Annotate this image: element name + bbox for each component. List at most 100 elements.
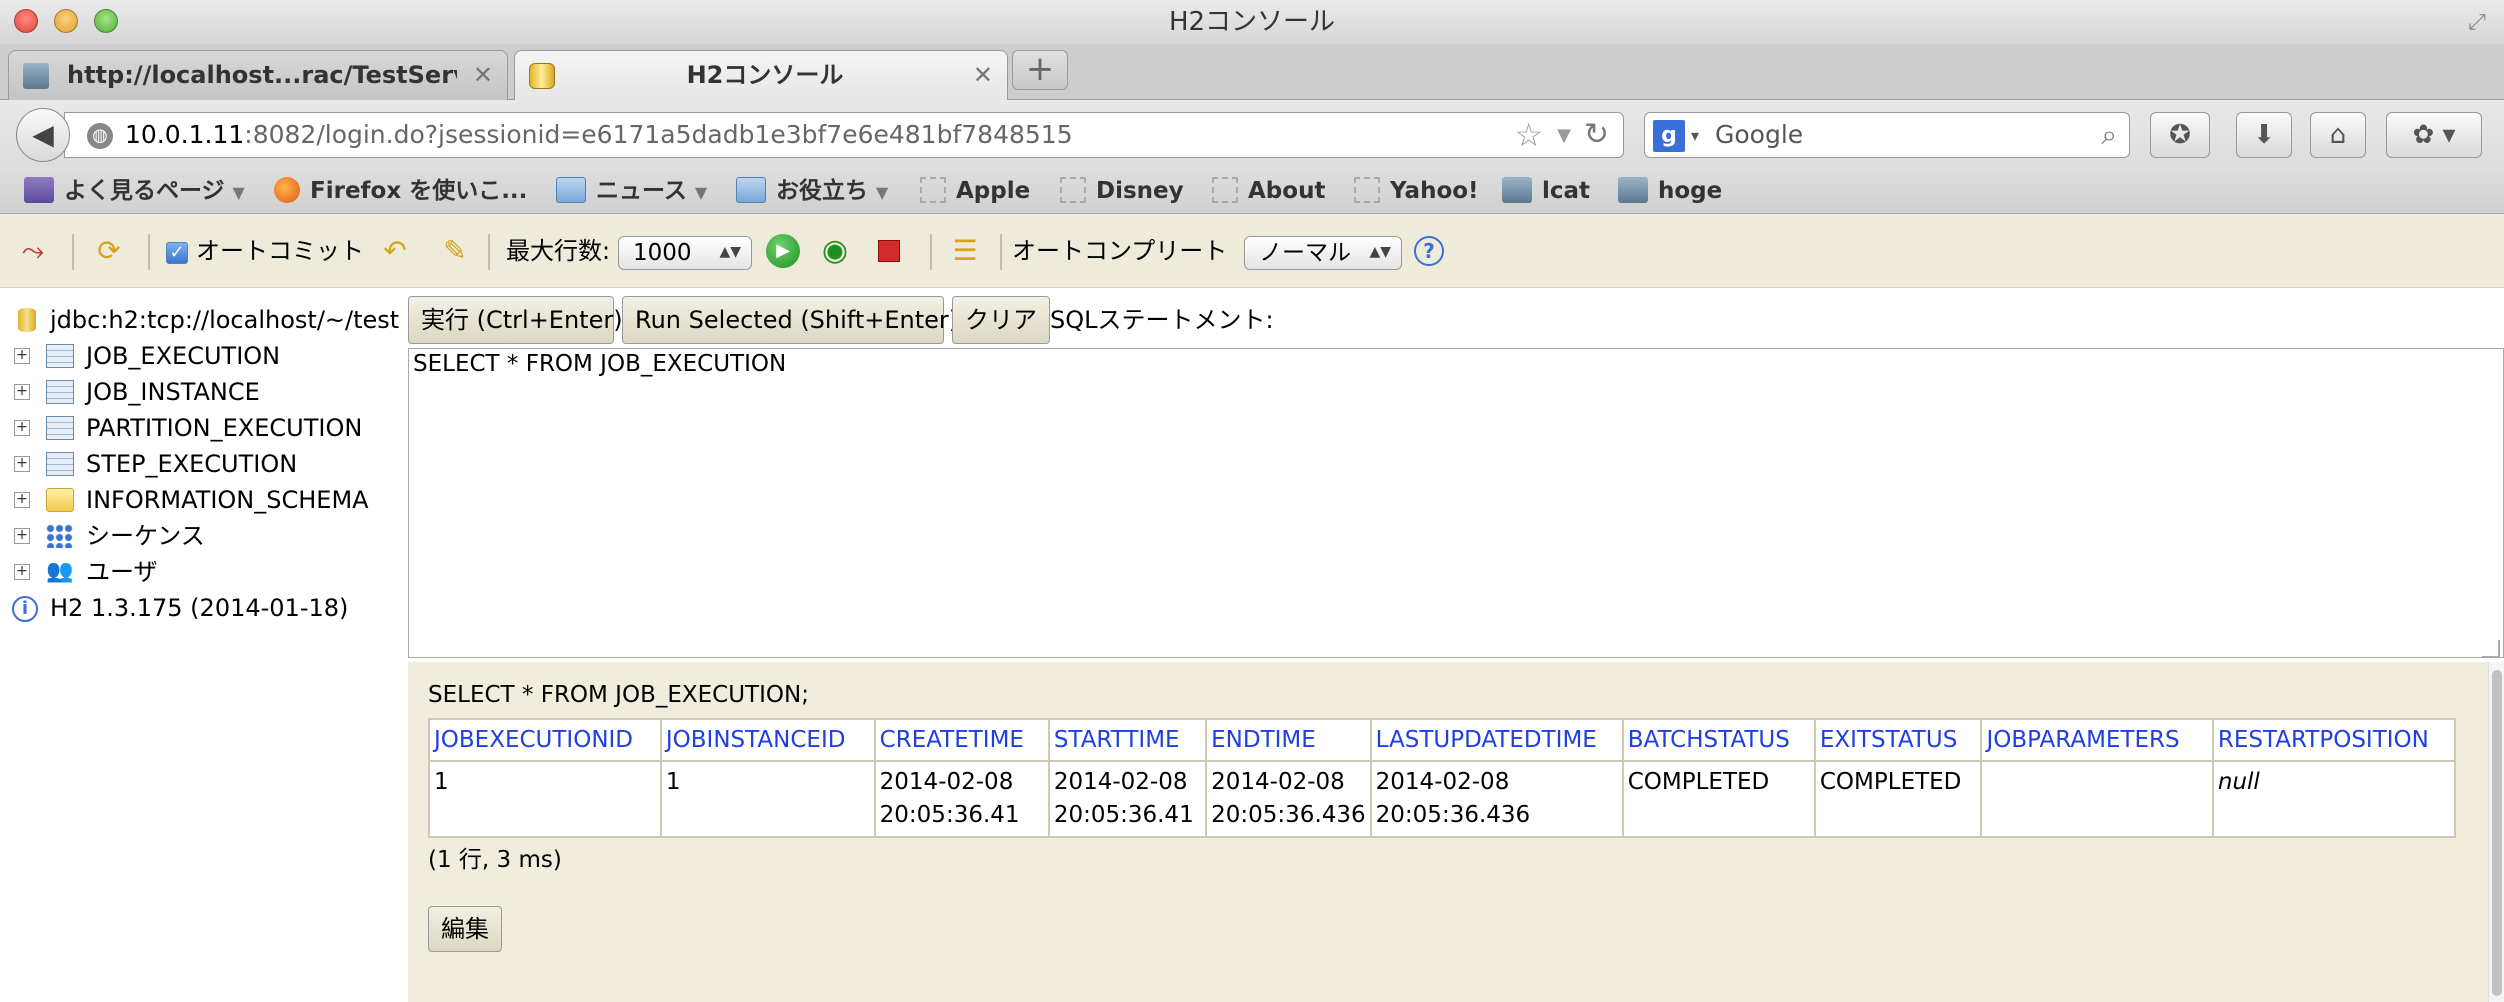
bookmark-label: About: [1248, 178, 1326, 204]
column-header[interactable]: JOBEXECUTIONID: [428, 718, 662, 762]
cell-time: 20:05:36.41: [1053, 802, 1194, 828]
search-engine-dropdown-icon[interactable]: ▾: [1691, 119, 1699, 153]
search-input[interactable]: Google: [1715, 113, 1803, 157]
expand-icon[interactable]: +: [14, 528, 30, 544]
bookmark-disney[interactable]: Disney: [1060, 168, 1184, 214]
schema-tree: jdbc:h2:tcp://localhost/~/test + JOB_EXE…: [0, 288, 408, 1002]
column-header[interactable]: JOBPARAMETERS: [1980, 718, 2214, 762]
bookmark-folder-useful[interactable]: お役立ち ▼: [736, 168, 888, 214]
results-table: JOBEXECUTIONID JOBINSTANCEID CREATETIME …: [428, 718, 2457, 838]
column-header[interactable]: EXITSTATUS: [1813, 718, 1983, 762]
column-header[interactable]: BATCHSTATUS: [1621, 718, 1816, 762]
stop-icon[interactable]: [872, 234, 906, 268]
bookmark-label: Apple: [956, 178, 1031, 204]
column-header[interactable]: ENDTIME: [1205, 718, 1372, 762]
column-header[interactable]: STARTTIME: [1047, 718, 1208, 762]
new-tab-button[interactable]: +: [1012, 50, 1068, 90]
minimize-window-button[interactable]: [54, 9, 78, 33]
expand-icon[interactable]: +: [14, 420, 30, 436]
cell-date: 2014-02-08: [1053, 769, 1188, 795]
cell-restartposition: null: [2211, 760, 2457, 838]
clear-button[interactable]: クリア: [952, 296, 1050, 344]
select-arrows-icon: ▲▼: [1369, 244, 1391, 260]
toolbar-separator: [488, 234, 490, 270]
url-history-dropdown-icon[interactable]: ▼: [1557, 119, 1571, 153]
url-path: :8082/login.do?jsessionid=e6171a5dadb1e3…: [244, 120, 1073, 149]
reload-icon[interactable]: ↻: [1584, 117, 1609, 153]
column-header[interactable]: CREATETIME: [873, 718, 1050, 762]
google-engine-icon[interactable]: g: [1653, 120, 1685, 152]
bookmark-placeholder-icon: [1212, 176, 1238, 203]
edit-button[interactable]: 編集: [428, 906, 502, 952]
expand-icon[interactable]: +: [14, 384, 30, 400]
bookmark-label: Firefox を使いこ...: [310, 178, 528, 204]
bookmarks-menu-button[interactable]: ✪: [2150, 112, 2210, 158]
firebug-button[interactable]: ✿ ▾: [2386, 112, 2482, 158]
run-button[interactable]: 実行 (Ctrl+Enter): [408, 296, 623, 344]
search-icon[interactable]: ⌕: [2101, 117, 2117, 153]
url-text[interactable]: 10.0.1.11:8082/login.do?jsessionid=e6171…: [125, 113, 1073, 157]
expand-icon[interactable]: +: [14, 456, 30, 472]
max-rows-select[interactable]: 1000 ▲▼: [618, 236, 752, 270]
bookmarks-toolbar: よく見るページ ▼ Firefox を使いこ... ニュース ▼ お役立ち ▼ App…: [0, 168, 2504, 214]
site-identity-icon[interactable]: ◍: [87, 123, 113, 149]
bookmark-firefox-guide[interactable]: Firefox を使いこ...: [274, 168, 527, 214]
run-selected-button[interactable]: Run Selected (Shift+Enter): [622, 296, 958, 344]
bookmark-apple[interactable]: Apple: [920, 168, 1030, 214]
tab-h2-console[interactable]: H2コンソール ✕: [514, 50, 1008, 101]
tree-item-label: STEP_EXECUTION: [86, 450, 298, 478]
fullscreen-icon[interactable]: ⤢: [2464, 10, 2490, 36]
refresh-icon[interactable]: ⟳: [92, 234, 126, 268]
help-icon[interactable]: ?: [1414, 236, 1444, 266]
bookmark-yahoo[interactable]: Yahoo!: [1354, 168, 1479, 214]
bookmark-about[interactable]: About: [1212, 168, 1325, 214]
close-window-button[interactable]: [14, 9, 38, 33]
most-visited-icon: [24, 176, 54, 203]
bookmark-folder-news[interactable]: ニュース ▼: [556, 168, 707, 214]
expand-icon[interactable]: +: [14, 492, 30, 508]
network-icon: [23, 63, 49, 89]
tree-item-label: ユーザ: [86, 558, 158, 586]
autocommit-label: オートコミット: [196, 237, 364, 265]
tab-test-servlet[interactable]: http://localhost...rac/TestServlet ✕: [8, 50, 508, 100]
cell-time: 20:05:36.436: [1375, 802, 1531, 828]
bookmark-most-visited[interactable]: よく見るページ ▼: [24, 168, 245, 214]
tree-item-label: PARTITION_EXECUTION: [86, 414, 363, 442]
bookmark-star-icon[interactable]: ☆: [1514, 115, 1543, 155]
zoom-window-button[interactable]: [94, 9, 118, 33]
bookmark-lcat[interactable]: lcat: [1502, 168, 1590, 214]
cell-time: 20:05:36.41: [879, 802, 1020, 828]
commit-icon[interactable]: ✎: [438, 234, 472, 268]
tab-close-icon[interactable]: ✕: [473, 61, 493, 89]
run-icon[interactable]: ▶: [766, 234, 800, 268]
run-selected-icon[interactable]: ◉: [818, 234, 852, 268]
downloads-button[interactable]: ⬇: [2236, 112, 2292, 158]
download-arrow-icon: ⬇: [2253, 120, 2275, 150]
history-icon[interactable]: ☰: [948, 234, 982, 268]
url-host: 10.0.1.11: [125, 120, 245, 149]
scrollbar-thumb[interactable]: [2492, 670, 2502, 996]
search-bar[interactable]: g ▾ Google ⌕: [1644, 112, 2130, 158]
bookmark-label: hoge: [1658, 178, 1723, 204]
expand-icon[interactable]: +: [14, 564, 30, 580]
firebug-icon: ✿ ▾: [2412, 120, 2456, 150]
column-header[interactable]: JOBINSTANCEID: [659, 718, 876, 762]
cell-exitstatus: COMPLETED: [1813, 760, 1983, 838]
url-bar[interactable]: ◍ 10.0.1.11:8082/login.do?jsessionid=e61…: [64, 112, 1624, 158]
autocomplete-label: オートコンプリート: [1012, 237, 1228, 265]
cell-jobinstanceid: 1: [659, 760, 876, 838]
tab-close-icon[interactable]: ✕: [973, 61, 993, 89]
resize-grip-icon[interactable]: [2482, 640, 2500, 658]
column-header[interactable]: RESTARTPOSITION: [2211, 718, 2457, 762]
bookmark-hoge[interactable]: hoge: [1618, 168, 1722, 214]
results-scrollbar[interactable]: [2488, 662, 2504, 1002]
sql-editor[interactable]: SELECT * FROM JOB_EXECUTION: [408, 348, 2504, 658]
disconnect-icon[interactable]: ⤳: [16, 234, 50, 268]
rollback-icon[interactable]: ↶: [378, 234, 412, 268]
home-button[interactable]: ⌂: [2310, 112, 2366, 158]
expand-icon[interactable]: +: [14, 348, 30, 364]
back-button[interactable]: ◀: [16, 108, 70, 162]
autocomplete-select[interactable]: ノーマル ▲▼: [1244, 236, 1402, 270]
autocommit-checkbox[interactable]: ✓: [166, 242, 188, 264]
column-header[interactable]: LASTUPDATEDTIME: [1369, 718, 1624, 762]
